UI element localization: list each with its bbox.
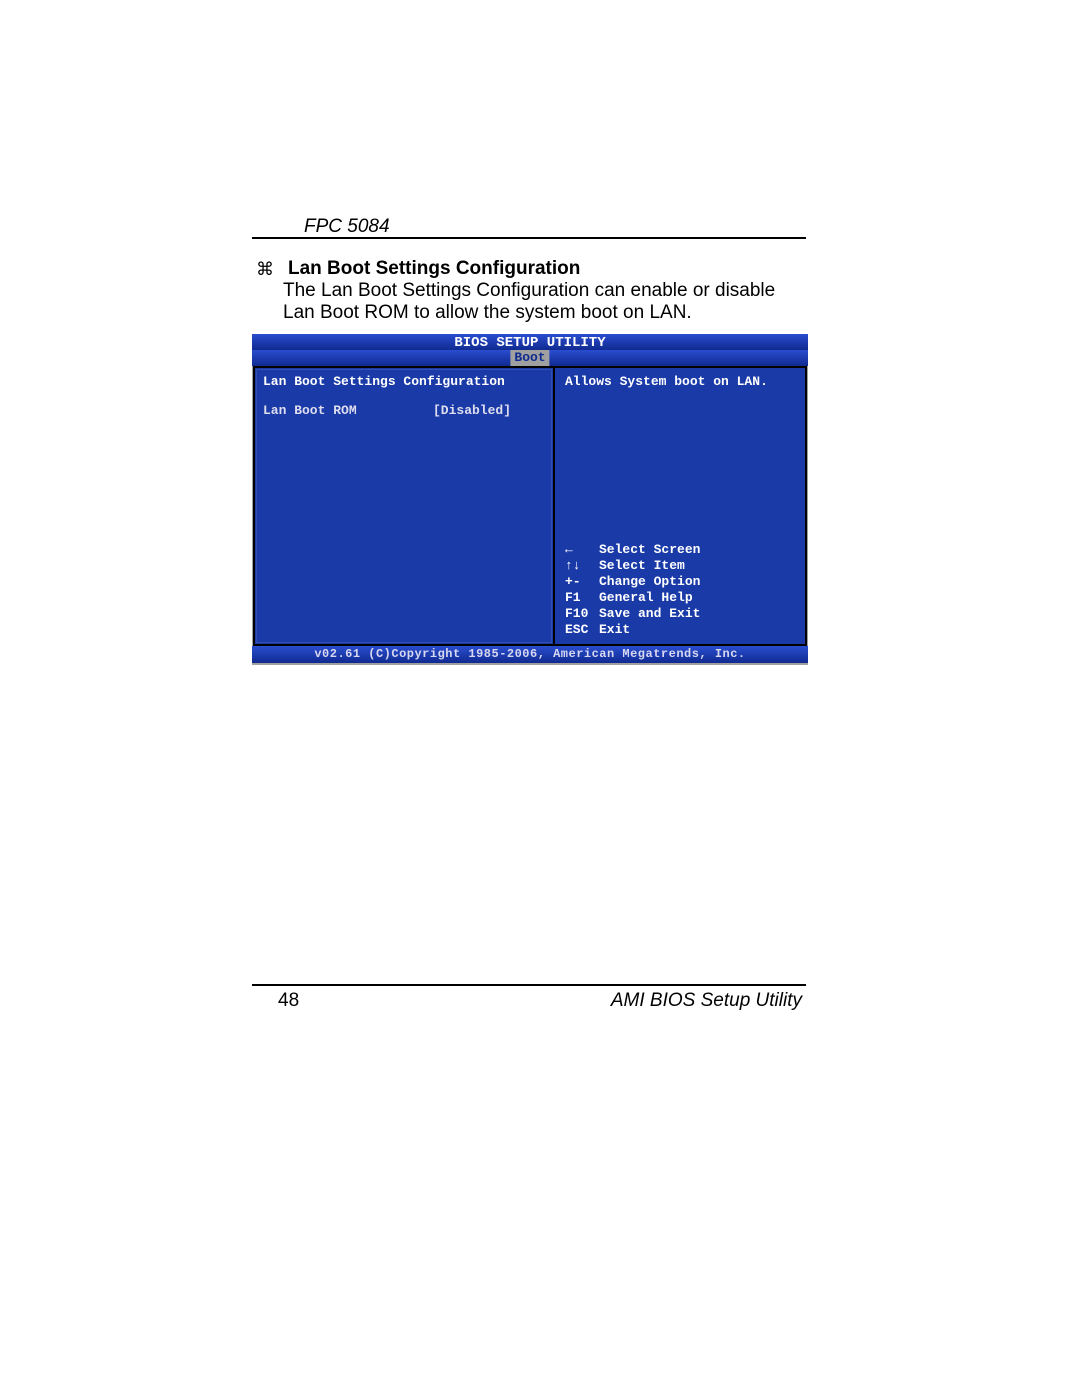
bios-help-panel: Allows System boot on LAN. ← Select Scre…	[555, 368, 805, 644]
bios-key-legend: ← Select Screen ↑↓ Select Item +- Change…	[565, 542, 795, 638]
bios-key: ↑↓	[565, 558, 599, 574]
bios-tab-bar: Boot	[252, 350, 808, 366]
footer-rule	[252, 984, 806, 986]
header-rule	[252, 237, 806, 239]
bios-tab-boot[interactable]: Boot	[510, 350, 549, 366]
bios-setting-label: Lan Boot ROM	[263, 403, 433, 418]
bios-screenshot: BIOS SETUP UTILITY Boot Lan Boot Setting…	[252, 334, 808, 665]
bios-key-action: General Help	[599, 590, 693, 606]
bios-key: ←	[565, 542, 599, 558]
bios-key-action: Change Option	[599, 574, 700, 590]
section-description: The Lan Boot Settings Configuration can …	[283, 280, 807, 324]
bios-key: F1	[565, 590, 599, 606]
bios-key-row: F1 General Help	[565, 590, 795, 606]
bios-footer: v02.61 (C)Copyright 1985-2006, American …	[252, 646, 808, 663]
bios-panel-title: Lan Boot Settings Configuration	[263, 374, 545, 389]
footer-title: AMI BIOS Setup Utility	[611, 990, 802, 1012]
command-icon: ⌘	[256, 258, 274, 280]
section-heading: Lan Boot Settings Configuration	[288, 258, 580, 280]
page-header-title: FPC 5084	[304, 216, 390, 238]
bios-setting-row[interactable]: Lan Boot ROM [Disabled]	[263, 403, 545, 418]
section-heading-row: ⌘ Lan Boot Settings Configuration	[256, 258, 816, 280]
bios-key-action: Save and Exit	[599, 606, 700, 622]
bios-title: BIOS SETUP UTILITY	[252, 334, 808, 351]
bios-key: +-	[565, 574, 599, 590]
bios-help-text: Allows System boot on LAN.	[565, 374, 795, 390]
bios-key: F10	[565, 606, 599, 622]
bios-setting-value[interactable]: [Disabled]	[433, 403, 511, 418]
page-number: 48	[278, 990, 299, 1012]
bios-key-action: Select Item	[599, 558, 685, 574]
bios-key-action: Select Screen	[599, 542, 700, 558]
bios-key-action: Exit	[599, 622, 630, 638]
document-page: FPC 5084 ⌘ Lan Boot Settings Configurati…	[0, 0, 1080, 1397]
bios-main-panel: Lan Boot Settings Configuration Lan Boot…	[255, 368, 555, 644]
bios-key-row: ↑↓ Select Item	[565, 558, 795, 574]
bios-key-row: F10 Save and Exit	[565, 606, 795, 622]
bios-key-row: +- Change Option	[565, 574, 795, 590]
bios-key-row: ESC Exit	[565, 622, 795, 638]
bios-key-row: ← Select Screen	[565, 542, 795, 558]
bios-body: Lan Boot Settings Configuration Lan Boot…	[253, 366, 807, 646]
bios-key: ESC	[565, 622, 599, 638]
